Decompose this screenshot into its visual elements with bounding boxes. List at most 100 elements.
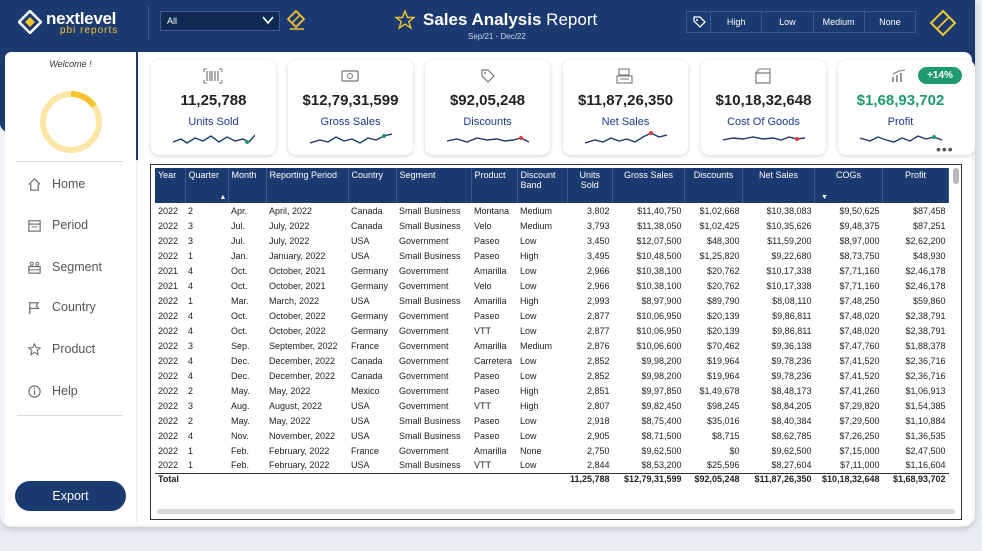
priority-high[interactable]: High xyxy=(711,12,763,32)
table-row[interactable]: 2022 3 Sep. September, 2022 France Government… xyxy=(155,338,949,353)
table-cell: 2,750 xyxy=(587,445,610,456)
kpi-card-gross-sales[interactable]: $12,79,31,599 Gross Sales xyxy=(288,60,413,155)
table-cell: 4 xyxy=(188,370,194,381)
sidebar-item-country[interactable]: Country xyxy=(27,297,127,317)
tag-icon xyxy=(687,12,711,32)
table-cell: Government xyxy=(399,370,449,381)
sidebar-item-product[interactable]: Product xyxy=(27,339,127,359)
table-cell: $8,97,900 xyxy=(641,295,682,306)
table-cell: USA xyxy=(351,400,370,411)
growth-icon xyxy=(892,69,906,82)
table-cell: 2,993 xyxy=(587,295,610,306)
eraser-icon[interactable] xyxy=(286,9,306,31)
col-units-sold[interactable]: Units Sold xyxy=(567,168,614,203)
table-cell: $9,48,375 xyxy=(839,220,880,231)
table-cell: Government xyxy=(399,280,449,291)
priority-none[interactable]: None xyxy=(865,12,915,32)
total-label: Total xyxy=(155,472,567,491)
export-button[interactable]: Export xyxy=(15,481,126,511)
logo-diamond-icon xyxy=(18,10,42,34)
table-cell: Velo xyxy=(474,280,492,291)
table-cell: Paseo xyxy=(474,250,500,261)
kpi-card-discounts[interactable]: $92,05,248 Discounts xyxy=(425,60,550,155)
sort-desc-icon: ▼ xyxy=(821,194,828,201)
table-row[interactable]: 2022 2 Apr. April, 2022 Canada Small Business… xyxy=(155,203,949,218)
table-cell: $2,46,178 xyxy=(905,265,946,276)
table-cell: $70,462 xyxy=(707,340,740,351)
table-row[interactable]: 2022 2 May. May, 2022 Mexico Government Paseo H… xyxy=(155,383,949,398)
kpi-label: Discounts xyxy=(463,116,512,128)
horizontal-scrollbar[interactable] xyxy=(157,509,955,514)
table-cell: $10,06,600 xyxy=(636,340,682,351)
clear-filters-icon[interactable] xyxy=(928,9,958,37)
table-cell: $2,38,791 xyxy=(905,310,946,321)
table-cell: Dec. xyxy=(231,370,250,381)
table-cell: Paseo xyxy=(474,310,500,321)
table-cell: Small Business xyxy=(399,430,461,441)
kpi-value: $10,18,32,648 xyxy=(715,92,812,109)
total-discounts: $92,05,248 xyxy=(684,472,743,491)
table-cell: Feb. xyxy=(231,460,250,471)
table-row[interactable]: 2022 2 May. May, 2022 USA Small Business Paseo… xyxy=(155,413,949,428)
total-net: $11,87,26,350 xyxy=(742,472,815,491)
priority-medium[interactable]: Medium xyxy=(814,12,865,32)
sidebar-item-help[interactable]: Help xyxy=(27,381,127,401)
col-net-sales[interactable]: Net Sales xyxy=(742,168,816,203)
sidebar-item-period[interactable]: Period xyxy=(27,215,127,235)
priority-low[interactable]: Low xyxy=(762,12,814,32)
total-gross: $12,79,31,599 xyxy=(612,472,685,491)
table-row[interactable]: 2022 3 Jul. July, 2022 USA Government Paseo Low… xyxy=(155,233,949,248)
table-cell: Amarilla xyxy=(474,295,507,306)
kpi-card-net-sales[interactable]: $11,87,26,350 Net Sales xyxy=(563,60,688,155)
welcome-text: Welcome ! xyxy=(49,59,92,69)
kpi-label: Gross Sales xyxy=(320,116,381,128)
table-row[interactable]: 2022 1 Feb. February, 2022 USA Small Business… xyxy=(155,458,949,473)
kpi-card-units-sold[interactable]: 11,25,788 Units Sold xyxy=(151,60,276,155)
sidebar-item-home[interactable]: Home xyxy=(27,174,127,194)
table-cell: $7,71,160 xyxy=(839,280,880,291)
table-row[interactable]: 2021 4 Oct. October, 2021 Germany Government V… xyxy=(155,278,949,293)
table-cell: Small Business xyxy=(399,220,461,231)
col-profit[interactable]: Profit xyxy=(882,168,950,203)
col-quarter[interactable]: Quarter ▲ xyxy=(185,168,229,203)
table-cell: $98,245 xyxy=(707,400,740,411)
table-cell: August, 2022 xyxy=(269,400,323,411)
col-cogs[interactable]: COGs ▼ xyxy=(814,168,884,203)
col-reporting-period[interactable]: Reporting Period xyxy=(266,168,349,203)
table-cell: Oct. xyxy=(231,280,248,291)
col-discount-band[interactable]: Discount Band xyxy=(517,168,568,203)
table-row[interactable]: 2022 4 Nov. November, 2022 USA Small Business… xyxy=(155,428,949,443)
more-options-icon[interactable]: ••• xyxy=(936,141,954,157)
table-row[interactable]: 2022 3 Jul. July, 2022 Canada Small Business V… xyxy=(155,218,949,233)
table-cell: $9,62,500 xyxy=(771,445,812,456)
table-cell: France xyxy=(351,445,380,456)
table-cell: Small Business xyxy=(399,460,461,471)
vertical-scrollbar[interactable] xyxy=(953,168,959,184)
filter-dropdown[interactable]: All xyxy=(160,11,280,31)
col-year[interactable]: Year xyxy=(155,168,186,203)
col-product[interactable]: Product xyxy=(471,168,518,203)
table-row[interactable]: 2022 1 Mar. March, 2022 USA Small Business Ama… xyxy=(155,293,949,308)
col-segment[interactable]: Segment xyxy=(396,168,472,203)
table-cell: $19,964 xyxy=(707,370,740,381)
col-discounts[interactable]: Discounts xyxy=(684,168,744,203)
table-cell: 2022 xyxy=(158,415,179,426)
col-gross-sales[interactable]: Gross Sales xyxy=(612,168,686,203)
table-row[interactable]: 2022 4 Oct. October, 2022 Germany Government V… xyxy=(155,323,949,338)
table-cell: Small Business xyxy=(399,295,461,306)
table-row[interactable]: 2022 4 Dec. December, 2022 Canada Government C… xyxy=(155,353,949,368)
table-row[interactable]: 2022 4 Dec. December, 2022 Canada Government P… xyxy=(155,368,949,383)
table-row[interactable]: 2022 4 Oct. October, 2022 Germany Government P… xyxy=(155,308,949,323)
kpi-card-cost-of-goods[interactable]: $10,18,32,648 Cost Of Goods xyxy=(701,60,826,155)
table-row[interactable]: 2022 1 Jan. January, 2022 USA Small Business P… xyxy=(155,248,949,263)
table-cell: $10,17,338 xyxy=(766,265,812,276)
col-country[interactable]: Country xyxy=(348,168,397,203)
table-row[interactable]: 2021 4 Oct. October, 2021 Germany Government A… xyxy=(155,263,949,278)
tag-icon xyxy=(481,69,495,83)
kpi-label: Units Sold xyxy=(188,116,239,128)
col-month[interactable]: Month xyxy=(228,168,267,203)
table-row[interactable]: 2022 3 Aug. August, 2022 USA Government VTT Hig… xyxy=(155,398,949,413)
sidebar-item-segment[interactable]: Segment xyxy=(27,257,127,277)
table-row[interactable]: 2022 1 Feb. February, 2022 France Government A… xyxy=(155,443,949,458)
table-cell: October, 2022 xyxy=(269,325,326,336)
